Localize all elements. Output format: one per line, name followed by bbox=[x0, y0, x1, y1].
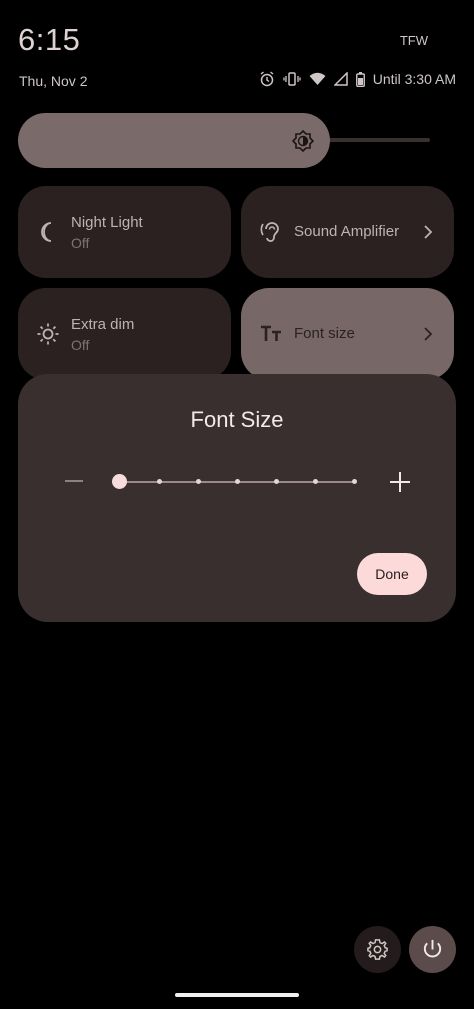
chevron-right-icon bbox=[420, 324, 436, 344]
tile-title: Night Light bbox=[71, 214, 143, 231]
carrier-label: TFW bbox=[399, 33, 428, 48]
tile-sound-amplifier[interactable]: Sound Amplifier bbox=[241, 186, 454, 278]
plus-icon[interactable] bbox=[390, 472, 410, 492]
settings-button[interactable] bbox=[354, 926, 401, 973]
status-icons: Until 3:30 AM bbox=[259, 71, 456, 87]
slider-step[interactable] bbox=[196, 479, 201, 484]
tile-subtitle: Off bbox=[71, 337, 90, 353]
font-size-slider-thumb[interactable] bbox=[112, 474, 127, 489]
power-button[interactable] bbox=[409, 926, 456, 973]
slider-step[interactable] bbox=[235, 479, 240, 484]
date-label: Thu, Nov 2 bbox=[19, 73, 88, 89]
tile-night-light[interactable]: Night Light Off bbox=[18, 186, 231, 278]
tile-title: Sound Amplifier bbox=[294, 223, 400, 240]
slider-step[interactable] bbox=[352, 479, 357, 484]
navigation-handle[interactable] bbox=[175, 993, 299, 997]
sun-icon bbox=[36, 322, 60, 346]
tile-font-size[interactable]: Font size bbox=[241, 288, 454, 380]
minus-icon[interactable] bbox=[65, 480, 83, 482]
clock: 6:15 bbox=[18, 22, 81, 57]
brightness-track bbox=[318, 138, 430, 142]
vibrate-icon bbox=[283, 71, 301, 87]
tile-extra-dim[interactable]: Extra dim Off bbox=[18, 288, 231, 380]
tile-title: Font size bbox=[294, 325, 355, 342]
brightness-icon bbox=[291, 129, 315, 153]
slider-step[interactable] bbox=[274, 479, 279, 484]
chevron-right-icon bbox=[420, 222, 436, 242]
brightness-slider[interactable] bbox=[18, 113, 430, 168]
wifi-icon bbox=[309, 72, 326, 86]
slider-step[interactable] bbox=[157, 479, 162, 484]
done-button[interactable]: Done bbox=[357, 553, 427, 595]
brightness-fill[interactable] bbox=[18, 113, 330, 168]
alarm-icon bbox=[259, 71, 275, 87]
battery-icon bbox=[355, 71, 365, 87]
tile-subtitle: Off bbox=[71, 235, 90, 251]
signal-icon bbox=[333, 72, 348, 86]
slider-step[interactable] bbox=[313, 479, 318, 484]
moon-icon bbox=[36, 220, 60, 244]
tile-title: Extra dim bbox=[71, 316, 135, 333]
dialog-title: Font Size bbox=[190, 407, 284, 432]
ear-icon bbox=[259, 220, 283, 244]
alarm-label: Until 3:30 AM bbox=[372, 71, 456, 87]
text-size-icon bbox=[259, 322, 283, 346]
font-size-dialog: Font Size Done bbox=[18, 374, 456, 622]
